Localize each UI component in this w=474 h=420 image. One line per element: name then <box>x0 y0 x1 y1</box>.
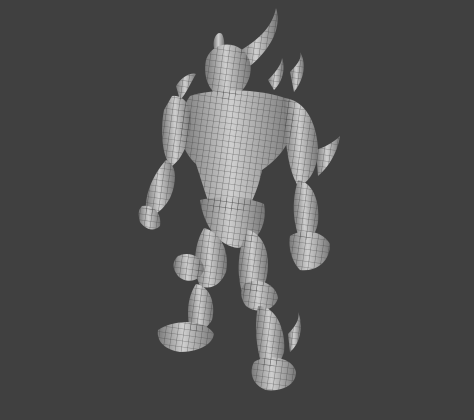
wireframe-model <box>138 8 340 391</box>
3d-viewport[interactable] <box>0 0 474 420</box>
wireframe-overlay <box>138 8 340 391</box>
